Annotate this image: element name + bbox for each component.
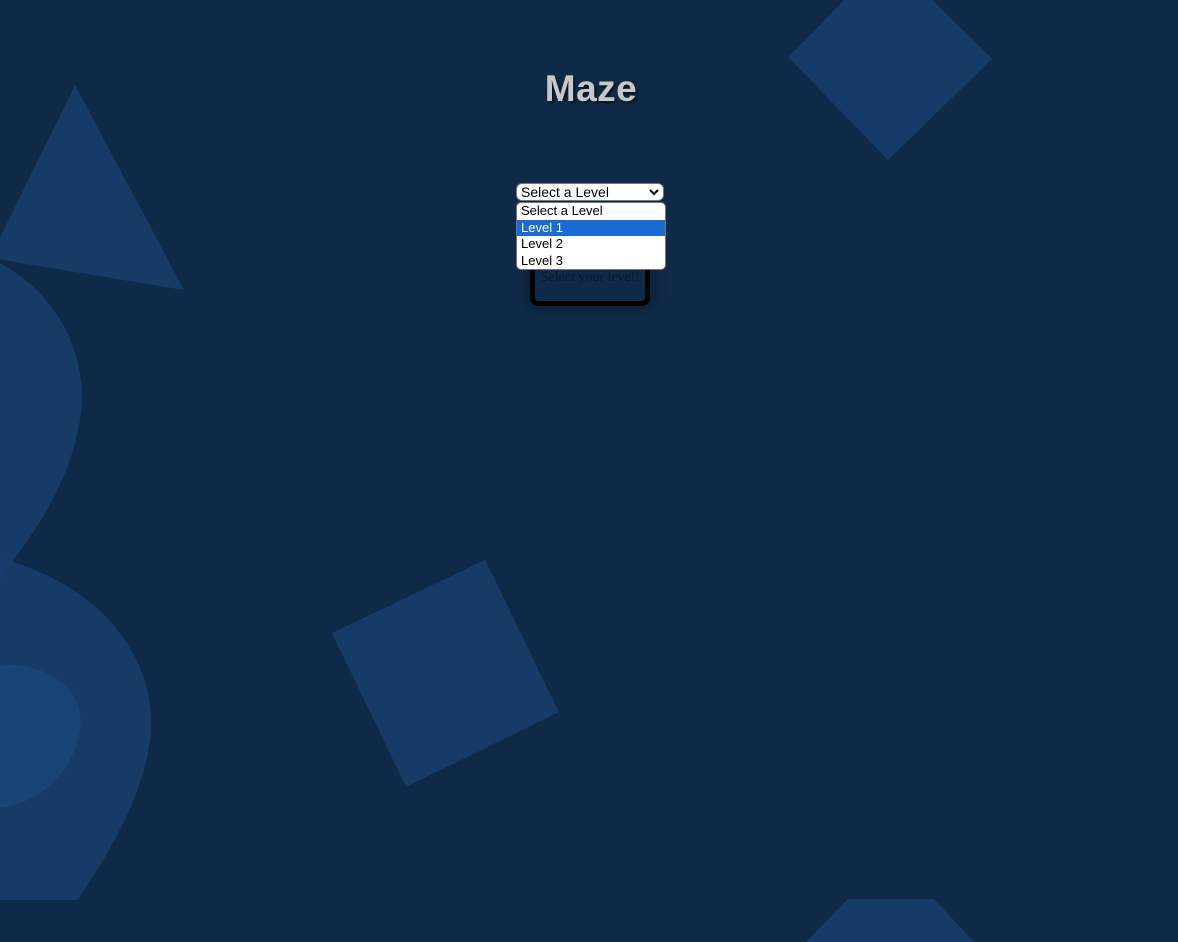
page-title: Maze xyxy=(544,68,638,109)
level-option-2[interactable]: Level 2 xyxy=(517,236,665,253)
maze-board-message: Select your level! xyxy=(540,270,640,285)
level-option-placeholder[interactable]: Select a Level xyxy=(517,203,665,220)
level-dropdown-list: Select a Level Level 1 Level 2 Level 3 xyxy=(516,202,666,270)
chevron-down-icon xyxy=(648,184,660,200)
background-blob-shape xyxy=(0,263,82,578)
background-square-shape xyxy=(332,560,559,787)
level-option-3[interactable]: Level 3 xyxy=(517,253,665,270)
background-triangle-shape xyxy=(0,85,184,290)
level-option-1[interactable]: Level 1 xyxy=(517,219,665,236)
level-select-value: Select a Level xyxy=(521,184,609,200)
level-select[interactable]: Select a Level xyxy=(516,183,664,201)
background-shapes xyxy=(0,0,992,942)
background-bottom-shape xyxy=(806,899,974,942)
maze-page: Maze Select your level! Select a Level S… xyxy=(0,0,1178,942)
